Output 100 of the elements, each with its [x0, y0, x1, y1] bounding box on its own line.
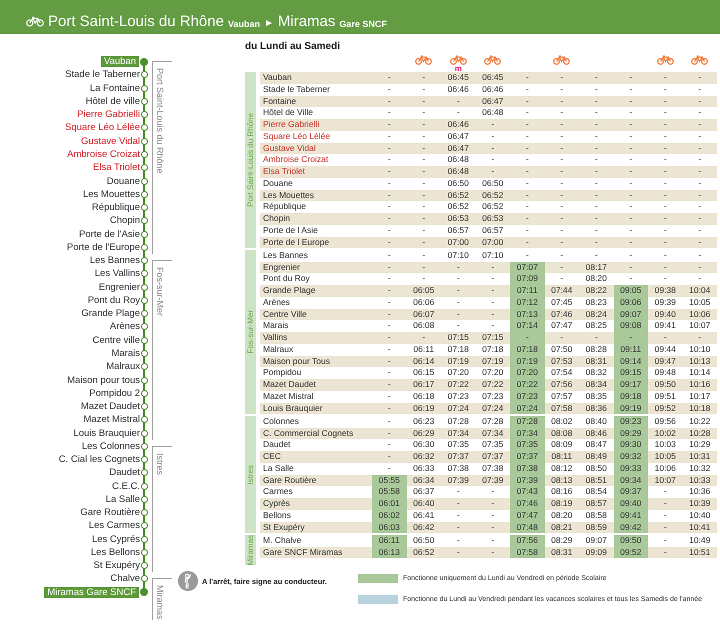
- time-cell-text: 07:57: [550, 390, 574, 402]
- stop-dot: [141, 496, 148, 503]
- time-cell-text: -: [490, 285, 496, 297]
- time-cell-text: -: [421, 201, 426, 213]
- time-cell-text: 06:19: [412, 402, 436, 414]
- time-cell-text: -: [386, 416, 392, 428]
- time-cell-text: -: [456, 285, 461, 297]
- stop-name: Marais: [262, 320, 290, 332]
- time-cell-text: 07:24: [481, 402, 504, 414]
- time-cell-text: -: [386, 402, 392, 414]
- time-cell-text: 06:47: [481, 96, 504, 108]
- time-cell-text: -: [524, 107, 530, 119]
- time-cell-text: 10:18: [688, 402, 712, 414]
- stop-dot: [141, 124, 148, 132]
- time-cell-text: 07:54: [550, 367, 574, 379]
- stop-dot: [141, 164, 148, 172]
- stop-dot: [141, 310, 148, 318]
- time-cell-text: 10:33: [688, 474, 712, 486]
- stop-dot: [141, 548, 148, 556]
- zone-label: Port Saint-Louis du Rhône: [246, 113, 255, 208]
- time-cell-text: -: [697, 250, 702, 262]
- stop-name: Pierre Gabrielli: [77, 109, 140, 120]
- time-cell-text: -: [697, 236, 702, 248]
- time-cell: 09:18: [614, 390, 648, 402]
- person-waving-icon: [178, 571, 198, 592]
- time-cell-text: -: [628, 107, 634, 119]
- time-cell-text: -: [662, 201, 668, 213]
- time-cell-text: -: [386, 142, 392, 154]
- time-cell-text: 06:23: [412, 416, 436, 428]
- stop-name: C. Commercial Cognets: [262, 428, 354, 440]
- time-cell-text: 06:34: [412, 474, 436, 486]
- time-cell-text: -: [421, 154, 426, 166]
- time-cell: 07:18: [510, 344, 544, 356]
- stop-dot: [141, 403, 148, 410]
- time-cell-text: 07:18: [446, 344, 470, 356]
- time-cell-text: 07:23: [481, 390, 504, 402]
- stop-name: Daudet: [262, 439, 292, 451]
- time-cell-text: -: [421, 224, 426, 236]
- time-cell-text: -: [662, 224, 668, 236]
- time-cell-text: 09:48: [654, 367, 677, 379]
- time-cell-text: 06:40: [412, 498, 436, 510]
- stop-dot: [141, 138, 148, 145]
- time-cell-text: -: [662, 130, 668, 142]
- time-cell-text: 08:23: [584, 296, 608, 308]
- stop-dot: [141, 230, 148, 238]
- time-cell-text: -: [386, 379, 392, 391]
- stop-name: Centre Ville: [262, 308, 308, 320]
- time-cell-text: -: [628, 166, 634, 178]
- time-cell-text: -: [697, 213, 702, 225]
- time-cell-text: -: [386, 439, 392, 451]
- time-cell-text: -: [386, 273, 392, 285]
- time-cell: 07:23: [510, 390, 544, 402]
- stop-dot: [141, 178, 148, 185]
- time-cell-text: 06:50: [412, 534, 436, 546]
- time-cell-text: -: [662, 510, 668, 522]
- time-cell-text: -: [594, 142, 599, 154]
- stop-dot: [141, 150, 148, 158]
- time-cell-text: -: [490, 510, 496, 522]
- stop-name: Les Carmes: [88, 520, 140, 532]
- time-cell-text: -: [594, 224, 599, 236]
- time-cell-text: 08:20: [584, 273, 608, 285]
- stop-name: Mazet Mistral: [84, 414, 140, 426]
- time-cell: 07:11: [510, 285, 544, 297]
- time-cell-text: 06:32: [412, 451, 436, 463]
- time-cell-text: -: [456, 534, 461, 546]
- time-cell-text: -: [559, 201, 564, 213]
- time-cell: 09:15: [614, 367, 648, 379]
- time-cell-text: 07:23: [446, 390, 470, 402]
- stop-name: Engrenier: [262, 262, 301, 274]
- stop-name: Daudet: [109, 467, 140, 478]
- time-cell-text: 10:16: [688, 379, 712, 391]
- time-cell-text: 06:33: [412, 462, 436, 474]
- time-cell-text: 06:41: [412, 510, 436, 522]
- time-cell-text: -: [386, 154, 392, 166]
- time-cell-text: 09:52: [654, 402, 677, 414]
- stop-name: Porte de l Europe: [262, 236, 330, 248]
- time-cell-text: -: [594, 166, 599, 178]
- time-cell-text: 10:40: [688, 510, 712, 522]
- time-cell-text: 07:38: [481, 462, 504, 474]
- time-cell: 09:14: [614, 356, 648, 368]
- direction-arrow: ►: [264, 18, 274, 29]
- time-cell-text: 07:58: [550, 402, 574, 414]
- time-cell-text: 09:07: [584, 534, 608, 546]
- time-cell-text: -: [559, 273, 564, 285]
- time-cell-text: -: [386, 356, 392, 368]
- time-cell-text: -: [697, 107, 702, 119]
- time-cell-text: -: [662, 72, 668, 84]
- stop-dot: [141, 509, 148, 516]
- stop-dot: [141, 442, 148, 450]
- time-cell-text: -: [490, 534, 496, 546]
- time-cell: 09:41: [614, 510, 648, 522]
- stop-name: Porte de l'Europe: [66, 242, 140, 253]
- time-cell: 09:42: [614, 522, 648, 534]
- time-cell: 09:37: [614, 486, 648, 498]
- time-cell-text: 06:06: [412, 296, 436, 308]
- time-cell-text: 09:09: [584, 546, 608, 558]
- stop-name: Pompidou: [262, 367, 302, 379]
- time-cell-text: -: [386, 296, 392, 308]
- time-cell: 07:37: [510, 451, 544, 463]
- time-cell-text: -: [524, 250, 530, 262]
